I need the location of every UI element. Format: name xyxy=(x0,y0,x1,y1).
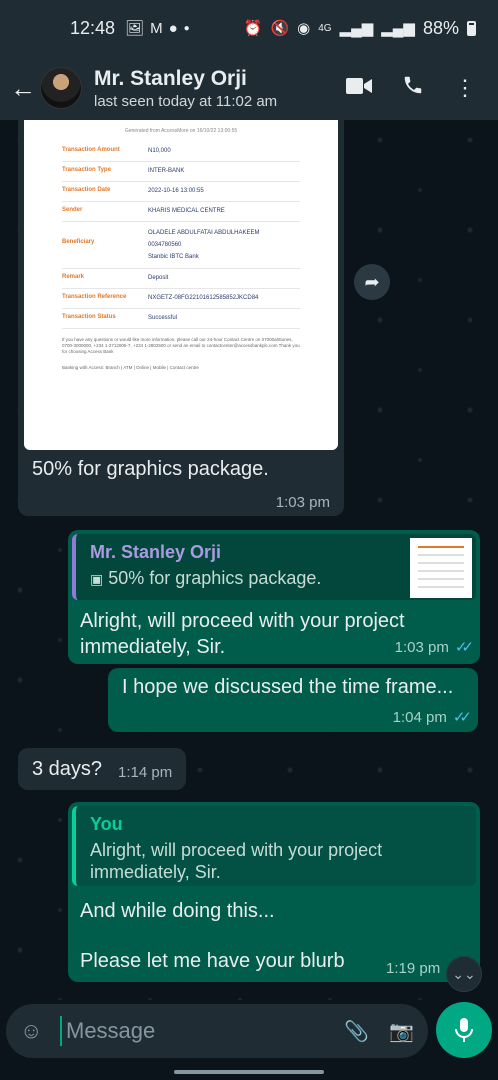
contact-name[interactable]: Mr. Stanley Orji xyxy=(94,67,277,91)
receipt-row: Beneficiary OLADELE ABDULFATAI ABDULHAKEE… xyxy=(62,222,300,269)
receipt-footer-links: Banking with Access: Branch | ATM | Onli… xyxy=(62,365,199,370)
message-text: 50% for graphics package. xyxy=(32,458,269,480)
message-time: 1:03 pm ✓✓ xyxy=(394,638,474,657)
signal-icon: ▂▄▆ xyxy=(381,20,415,37)
signal-icon: ▂▄▆ xyxy=(339,20,374,37)
message-incoming-image[interactable]: Generated from AccessMore on 16/10/22 13… xyxy=(18,120,344,516)
chat-area[interactable]: Generated from AccessMore on 16/10/22 13… xyxy=(0,120,498,1000)
battery-icon xyxy=(467,20,476,36)
gmail-icon: M xyxy=(150,19,163,37)
message-outgoing[interactable]: I hope we discussed the time frame... 1:… xyxy=(108,668,478,732)
receipt-row: Sender KHARIS MEDICAL CENTRE xyxy=(62,202,300,222)
quote-author: You xyxy=(90,814,123,834)
message-text: 3 days? xyxy=(32,758,103,780)
attach-icon[interactable]: 📎 xyxy=(344,1019,369,1044)
status-time: 12:48 xyxy=(70,17,116,38)
receipt-image[interactable]: Generated from AccessMore on 16/10/22 13… xyxy=(24,120,338,450)
notification-icons: 🖼 M ● ● xyxy=(125,19,190,38)
system-icons: ⏰ 🔇 ◉ 4G ▂▄▆ ▂▄▆ 88% xyxy=(244,18,476,39)
quoted-message[interactable]: Mr. Stanley Orji ▣ 50% for graphics pack… xyxy=(72,534,476,600)
receipt-row: Transaction Amount N10,000 xyxy=(62,142,300,162)
message-text-line: Please let me have your blurb xyxy=(80,950,345,972)
4g-icon: 4G xyxy=(318,22,332,34)
video-call-icon[interactable] xyxy=(346,75,372,101)
status-bar: 12:48 🖼 M ● ● ⏰ 🔇 ◉ 4G ▂▄▆ ▂▄▆ 88% xyxy=(0,0,498,56)
message-text-line: And while doing this... xyxy=(80,900,275,922)
receipt-row: Transaction Type INTER-BANK xyxy=(62,162,300,182)
avatar[interactable] xyxy=(40,67,82,109)
quote-text: Alright, will proceed with your project … xyxy=(90,840,383,882)
receipt-row: Remark Deposit xyxy=(62,269,300,289)
message-outgoing-reply[interactable]: You Alright, will proceed with your proj… xyxy=(68,802,480,982)
account-icon: ● xyxy=(168,19,178,37)
alarm-icon: ⏰ xyxy=(243,20,263,37)
receipt-row: Transaction Date 2022-10-16 13:00:55 xyxy=(62,182,300,202)
message-time: 1:19 pm xyxy=(386,960,441,977)
message-incoming[interactable]: 3 days? 1:14 pm xyxy=(18,748,186,790)
forward-icon[interactable]: ➦ xyxy=(354,264,390,300)
emoji-icon[interactable]: ☺ xyxy=(20,1018,50,1044)
battery-percent: 88% xyxy=(422,17,459,38)
receipt-generated: Generated from AccessMore on 16/10/22 13… xyxy=(124,128,238,134)
image-icon: ▣ xyxy=(90,571,104,587)
receipt-row: Transaction Status Successful xyxy=(62,309,300,329)
gesture-bar xyxy=(174,1070,324,1074)
message-input[interactable] xyxy=(66,1018,325,1044)
read-ticks-icon: ✓✓ xyxy=(454,639,474,656)
receipt-row: Transaction Reference NXGETZ-08FG22101612… xyxy=(62,289,300,309)
more-options-icon[interactable]: ⋮ xyxy=(454,77,476,99)
input-bar: ☺ 📎 📷 xyxy=(0,1000,498,1064)
message-text: Alright, will proceed with your project … xyxy=(80,610,405,658)
message-time: 1:04 pm ✓✓ xyxy=(392,708,472,727)
voice-call-icon[interactable] xyxy=(402,74,424,102)
mic-button[interactable] xyxy=(436,1002,492,1058)
back-arrow-icon[interactable]: ← xyxy=(10,73,36,104)
message-time: 1:14 pm xyxy=(118,764,173,781)
read-ticks-icon: ✓✓ xyxy=(452,709,472,726)
chat-header: ← Mr. Stanley Orji last seen today at 11… xyxy=(0,56,498,120)
mute-icon: 🔇 xyxy=(270,20,290,37)
contact-info[interactable]: Mr. Stanley Orji last seen today at 11:0… xyxy=(94,67,277,110)
scroll-down-icon[interactable]: ⌄⌄ xyxy=(446,956,482,992)
message-text: I hope we discussed the time frame... xyxy=(122,676,454,698)
camera-icon[interactable]: 📷 xyxy=(389,1019,414,1044)
dot-icon: ● xyxy=(183,22,190,34)
hotspot-icon: ◉ xyxy=(297,20,311,37)
last-seen: last seen today at 11:02 am xyxy=(94,92,278,110)
message-composer: ☺ 📎 📷 xyxy=(6,1004,428,1058)
message-outgoing-reply[interactable]: Mr. Stanley Orji ▣ 50% for graphics pack… xyxy=(68,530,480,664)
quoted-message[interactable]: You Alright, will proceed with your proj… xyxy=(72,806,476,886)
mic-icon xyxy=(455,1018,473,1042)
receipt-footer: If you have any questions or would like … xyxy=(62,337,300,354)
quote-thumbnail xyxy=(410,538,472,598)
message-time: 1:03 pm xyxy=(275,494,330,511)
image-icon: 🖼 xyxy=(125,20,145,37)
